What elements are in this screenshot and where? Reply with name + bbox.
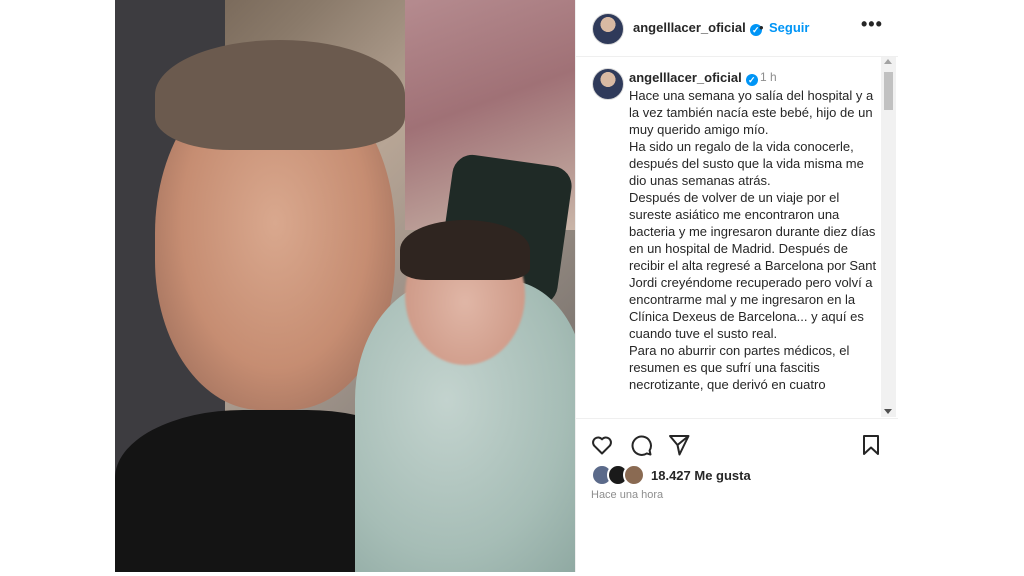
scroll-down-arrow-icon[interactable] (884, 409, 892, 414)
follow-button[interactable]: Seguir (769, 20, 809, 35)
caption-paragraph: Ha sido un regalo de la vida conocerle, … (629, 139, 864, 188)
comment-icon[interactable] (629, 433, 655, 459)
caption-area: angelllacer_oficial ✓ 1 h Hace una semana… (576, 57, 896, 417)
caption-text: Hace una semana yo salía del hospital y … (629, 87, 877, 393)
verified-badge-icon: ✓ (745, 74, 758, 86)
photo-baby-hair (400, 220, 530, 280)
separator-dot: • (759, 20, 764, 35)
caption-username-text[interactable]: angelllacer_oficial (629, 70, 742, 85)
likes-row[interactable]: 18.427 Me gusta (591, 464, 751, 486)
post-photo[interactable] (115, 0, 575, 572)
liker-avatar[interactable] (623, 464, 645, 486)
author-avatar[interactable] (592, 13, 624, 45)
caption-time: 1 h (760, 70, 777, 84)
photo-man-hair (155, 40, 405, 150)
post-actions: 18.427 Me gusta Hace una hora (576, 418, 898, 573)
caption-username[interactable]: angelllacer_oficial ✓ (629, 70, 758, 86)
likes-count[interactable]: 18.427 Me gusta (651, 468, 751, 483)
caption-paragraph: Para no aburrir con partes médicos, el r… (629, 343, 850, 392)
more-options-icon[interactable]: ••• (861, 14, 883, 35)
post-side-panel: angelllacer_oficial ✓ • Seguir ••• angell… (575, 0, 898, 572)
caption-paragraph: Después de volver de un viaje por el sur… (629, 190, 877, 341)
post-header: angelllacer_oficial ✓ • Seguir ••• (576, 0, 898, 57)
bookmark-icon[interactable] (859, 433, 885, 459)
instagram-post: angelllacer_oficial ✓ • Seguir ••• angell… (115, 0, 898, 572)
author-username[interactable]: angelllacer_oficial ✓ (633, 20, 762, 36)
caption-scrollbar[interactable] (881, 57, 896, 417)
heart-icon[interactable] (590, 433, 616, 459)
scrollbar-thumb[interactable] (884, 72, 893, 110)
scroll-up-arrow-icon[interactable] (884, 59, 892, 64)
post-timestamp[interactable]: Hace una hora (591, 489, 663, 501)
share-icon[interactable] (667, 433, 693, 459)
caption-paragraph: Hace una semana yo salía del hospital y … (629, 88, 874, 137)
caption-avatar[interactable] (592, 68, 624, 100)
author-username-text[interactable]: angelllacer_oficial (633, 20, 746, 35)
